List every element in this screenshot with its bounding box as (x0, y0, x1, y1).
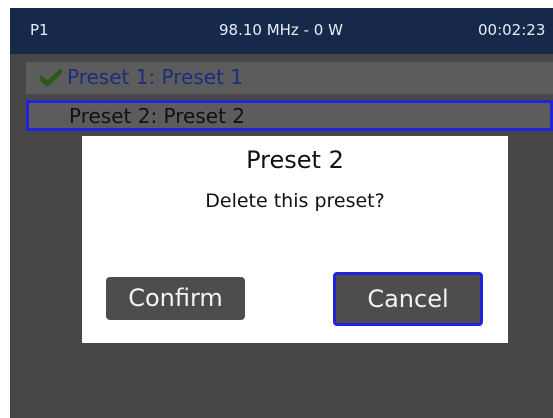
status-bar: P1 98.10 MHz - 0 W 00:02:23 (10, 8, 553, 54)
check-icon (40, 69, 62, 87)
frequency-power-readout: 98.10 MHz - 0 W (219, 21, 343, 39)
dialog-title: Preset 2 (246, 146, 344, 174)
device-screen: P1 98.10 MHz - 0 W 00:02:23 Preset 1: Pr… (10, 8, 553, 418)
confirm-button[interactable]: Confirm (106, 277, 245, 320)
delete-confirm-dialog: Preset 2 Delete this preset? Confirm Can… (82, 136, 508, 343)
preset-list-item-1[interactable]: Preset 1: Preset 1 (26, 62, 553, 94)
preset-label: Preset 2: Preset 2 (69, 104, 245, 128)
preset-list-item-2[interactable]: Preset 2: Preset 2 (26, 100, 553, 131)
cancel-button[interactable]: Cancel (333, 272, 483, 326)
preset-label: Preset 1: Preset 1 (67, 65, 243, 89)
clock: 00:02:23 (478, 21, 546, 39)
dialog-message: Delete this preset? (205, 190, 385, 212)
preset-indicator: P1 (30, 21, 49, 39)
